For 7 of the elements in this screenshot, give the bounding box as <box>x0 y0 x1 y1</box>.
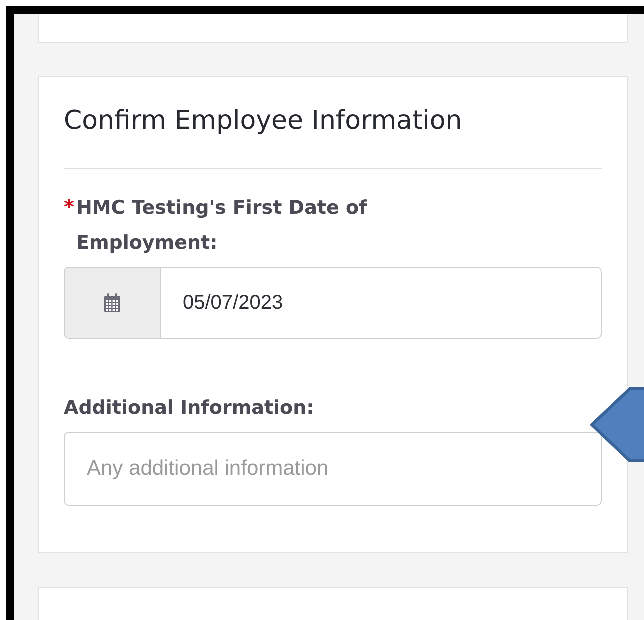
required-mark: * <box>64 195 74 220</box>
text-field[interactable]: Any additional information <box>64 432 602 506</box>
field-label: Additional Information: <box>64 396 314 422</box>
calendar-icon <box>104 293 121 314</box>
date-field[interactable]: 05/07/2023 <box>64 267 602 340</box>
field-label: HMC Testing's First Date of Employment: <box>76 196 368 256</box>
section-title: Confirm Employee Information <box>64 105 464 138</box>
